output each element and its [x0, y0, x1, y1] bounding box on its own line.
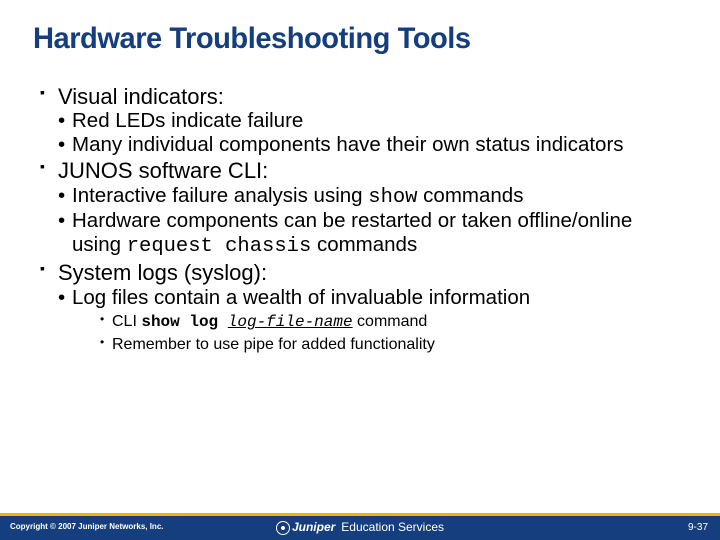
bullet-pipe: Remember to use pipe for added functiona… — [100, 336, 680, 354]
code-show-log: show log — [141, 313, 227, 331]
text: commands — [311, 233, 417, 256]
slide: Hardware Troubleshooting Tools Visual in… — [0, 0, 720, 540]
bullet-show-commands: Interactive failure analysis using show … — [58, 184, 680, 210]
footer-center: Juniper Education Services — [0, 520, 720, 535]
bullet-red-leds: Red LEDs indicate failure — [58, 109, 680, 133]
code-show: show — [368, 186, 417, 209]
bullet-syslog: System logs (syslog): — [40, 260, 680, 285]
bullet-request-chassis: Hardware components can be restarted or … — [58, 209, 680, 258]
bullet-log-files: Log files contain a wealth of invaluable… — [58, 286, 680, 310]
code-request-chassis: request chassis — [127, 235, 312, 258]
slide-body: Visual indicators: Red LEDs indicate fai… — [0, 56, 720, 354]
bullet-component-status: Many individual components have their ow… — [58, 133, 680, 157]
slide-title: Hardware Troubleshooting Tools — [0, 0, 698, 56]
service-name: Education Services — [341, 520, 444, 534]
code-log-file-name: log-file-name — [228, 313, 353, 331]
bullet-junos-cli: JUNOS software CLI: — [40, 158, 680, 183]
text: Interactive failure analysis using — [72, 184, 368, 207]
footer-bar: Copyright © 2007 Juniper Networks, Inc. … — [0, 516, 720, 540]
page-number: 9-37 — [688, 522, 708, 533]
juniper-logo-icon — [276, 521, 290, 535]
brand-name: Juniper — [292, 520, 335, 534]
slide-footer: Copyright © 2007 Juniper Networks, Inc. … — [0, 500, 720, 540]
bullet-visual-indicators: Visual indicators: — [40, 84, 680, 109]
text: commands — [417, 184, 523, 207]
text: CLI — [112, 313, 141, 330]
bullet-show-log-cmd: CLI show log log-file-name command — [100, 313, 680, 331]
text: command — [353, 313, 428, 330]
